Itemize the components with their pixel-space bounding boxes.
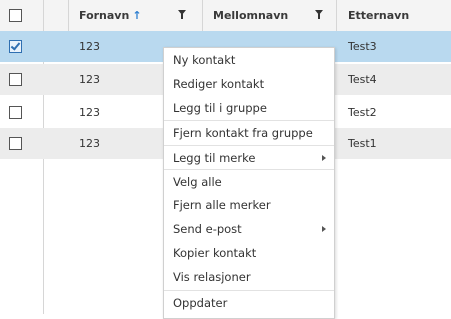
menu-item-label: Legg til i gruppe	[173, 101, 267, 115]
menu-item-label: Oppdater	[173, 296, 228, 310]
menu-item-label: Legg til merke	[173, 151, 256, 165]
column-divider	[336, 0, 337, 31]
column-header-etternavn[interactable]: Etternavn	[348, 0, 409, 31]
menu-item-refresh[interactable]: Oppdater	[164, 290, 334, 314]
row-checkbox[interactable]	[9, 106, 22, 119]
menu-item-copy-contact[interactable]: Kopier kontakt	[164, 241, 334, 265]
row-checkbox[interactable]	[9, 40, 22, 53]
menu-item-label: Rediger kontakt	[173, 77, 265, 91]
filter-icon[interactable]	[178, 10, 186, 19]
cell-etternavn: Test4	[348, 73, 377, 86]
column-divider	[43, 0, 44, 31]
row-checkbox[interactable]	[9, 73, 22, 86]
grid-header: Fornavn ↑ Mellomnavn Etternavn	[0, 0, 451, 32]
menu-item-label: Send e-post	[173, 222, 242, 236]
menu-item-label: Ny kontakt	[173, 53, 236, 67]
menu-item-show-relations[interactable]: Vis relasjoner	[164, 265, 334, 289]
column-header-fornavn-label: Fornavn	[79, 9, 130, 22]
menu-item-label: Velg alle	[173, 175, 222, 189]
column-divider	[202, 0, 203, 31]
column-header-fornavn[interactable]: Fornavn ↑	[79, 0, 142, 31]
menu-item-label: Vis relasjoner	[173, 270, 251, 284]
sort-ascending-icon: ↑	[132, 9, 142, 22]
cell-fornavn: 123	[79, 73, 100, 86]
row-checkbox[interactable]	[9, 137, 22, 150]
column-divider	[68, 0, 69, 31]
menu-item-edit-contact[interactable]: Rediger kontakt	[164, 72, 334, 96]
submenu-arrow-icon	[322, 226, 326, 232]
cell-etternavn: Test1	[348, 137, 377, 150]
cell-fornavn: 123	[79, 40, 100, 53]
menu-item-clear-all-tags[interactable]: Fjern alle merker	[164, 193, 334, 217]
menu-item-new-contact[interactable]: Ny kontakt	[164, 48, 334, 72]
cell-fornavn: 123	[79, 137, 100, 150]
cell-etternavn: Test2	[348, 106, 377, 119]
filter-icon[interactable]	[315, 10, 323, 19]
column-header-etternavn-label: Etternavn	[348, 9, 410, 22]
menu-item-add-to-group[interactable]: Legg til i gruppe	[164, 96, 334, 120]
column-header-mellomnavn[interactable]: Mellomnavn	[213, 0, 288, 31]
column-header-mellomnavn-label: Mellomnavn	[213, 9, 289, 22]
menu-item-label: Fjern alle merker	[173, 198, 271, 212]
menu-item-remove-from-group[interactable]: Fjern kontakt fra gruppe	[164, 120, 334, 144]
cell-fornavn: 123	[79, 106, 100, 119]
cell-etternavn: Test3	[348, 40, 377, 53]
select-all-checkbox[interactable]	[9, 9, 22, 22]
menu-item-label: Fjern kontakt fra gruppe	[173, 126, 313, 140]
context-menu: Ny kontakt Rediger kontakt Legg til i gr…	[163, 47, 335, 319]
menu-item-label: Kopier kontakt	[173, 246, 257, 260]
menu-item-select-all[interactable]: Velg alle	[164, 169, 334, 193]
submenu-arrow-icon	[322, 155, 326, 161]
menu-item-send-email[interactable]: Send e-post	[164, 217, 334, 241]
menu-item-add-tag[interactable]: Legg til merke	[164, 145, 334, 169]
